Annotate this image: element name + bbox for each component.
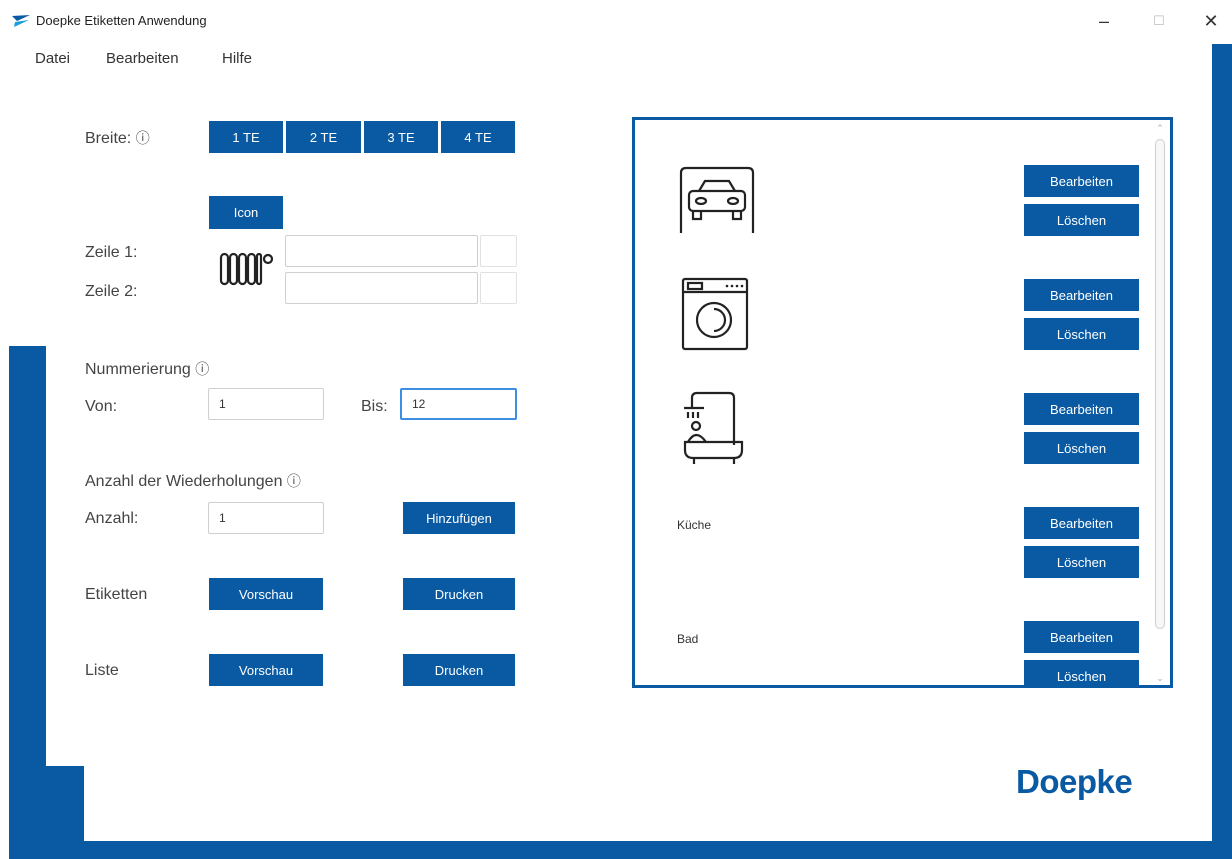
anzahl-label: Anzahl: (85, 510, 139, 527)
zeile1-input[interactable] (285, 235, 478, 267)
list-item-label: Bad (677, 632, 699, 646)
info-icon[interactable]: ⓘ (287, 473, 301, 489)
bis-input[interactable]: 12 (400, 388, 517, 420)
delete-button[interactable]: Löschen (1024, 318, 1139, 350)
edit-button[interactable]: Bearbeiten (1024, 279, 1139, 311)
shower-bathtub-icon (683, 391, 744, 464)
list-item-label: Küche (677, 518, 712, 532)
bis-label: Bis: (361, 398, 388, 415)
von-label: Von: (85, 398, 118, 415)
radiator-icon (219, 252, 274, 286)
liste-vorschau-button[interactable]: Vorschau (209, 654, 323, 686)
delete-button[interactable]: Löschen (1024, 432, 1139, 464)
delete-button[interactable]: Löschen (1024, 204, 1139, 236)
scroll-thumb[interactable] (1155, 139, 1165, 629)
info-icon[interactable]: ⓘ (195, 361, 209, 377)
washing-machine-icon (681, 277, 749, 351)
decorative-bottom-bar (9, 841, 1232, 859)
label-list-panel[interactable]: Bearbeiten Löschen Bearbeiten Löschen Be… (632, 117, 1173, 688)
width-4te-button[interactable]: 4 TE (441, 121, 515, 153)
von-input[interactable]: 1 (208, 388, 324, 420)
app-logo-icon (12, 15, 30, 27)
info-icon[interactable]: ⓘ (136, 130, 150, 146)
width-2te-button[interactable]: 2 TE (286, 121, 361, 153)
zeile1-side-field[interactable] (480, 235, 517, 267)
close-button[interactable]: ✕ (1196, 8, 1226, 34)
zeile1-label: Zeile 1: (85, 244, 138, 261)
maximize-button[interactable]: ☐ (1144, 8, 1174, 34)
width-3te-button[interactable]: 3 TE (364, 121, 438, 153)
scroll-up-arrow[interactable]: ⌃ (1155, 123, 1165, 133)
liste-drucken-button[interactable]: Drucken (403, 654, 515, 686)
title-bar: Doepke Etiketten Anwendung – ☐ ✕ (0, 0, 1232, 42)
nummerierung-label: Nummerierung ⓘ (85, 361, 210, 378)
car-garage-icon (679, 166, 755, 233)
etiketten-drucken-button[interactable]: Drucken (403, 578, 515, 610)
edit-button[interactable]: Bearbeiten (1024, 507, 1139, 539)
edit-button[interactable]: Bearbeiten (1024, 393, 1139, 425)
minimize-button[interactable]: – (1089, 8, 1119, 34)
doepke-logo: Doepke (1016, 763, 1133, 800)
edit-button[interactable]: Bearbeiten (1024, 165, 1139, 197)
zeile2-label: Zeile 2: (85, 283, 138, 300)
vertical-scrollbar[interactable]: ⌃ ⌄ (1152, 123, 1168, 683)
zeile2-input[interactable] (285, 272, 478, 304)
etiketten-vorschau-button[interactable]: Vorschau (209, 578, 323, 610)
edit-button[interactable]: Bearbeiten (1024, 621, 1139, 653)
breite-label: Breite: ⓘ (85, 130, 150, 147)
wiederholungen-label: Anzahl der Wiederholungen ⓘ (85, 473, 301, 490)
delete-button[interactable]: Löschen (1024, 660, 1139, 685)
icon-button[interactable]: Icon (209, 196, 283, 229)
width-1te-button[interactable]: 1 TE (209, 121, 283, 153)
menu-bearbeiten[interactable]: Bearbeiten (106, 50, 179, 67)
liste-label: Liste (85, 662, 119, 679)
anzahl-input[interactable]: 1 (208, 502, 324, 534)
delete-button[interactable]: Löschen (1024, 546, 1139, 578)
menu-hilfe[interactable]: Hilfe (222, 50, 252, 67)
etiketten-label: Etiketten (85, 586, 148, 603)
decorative-right-bar (1212, 44, 1232, 859)
scroll-down-arrow[interactable]: ⌄ (1155, 673, 1165, 683)
zeile2-side-field[interactable] (480, 272, 517, 304)
hinzufuegen-button[interactable]: Hinzufügen (403, 502, 515, 534)
menu-datei[interactable]: Datei (35, 50, 70, 67)
window-title: Doepke Etiketten Anwendung (36, 13, 207, 28)
